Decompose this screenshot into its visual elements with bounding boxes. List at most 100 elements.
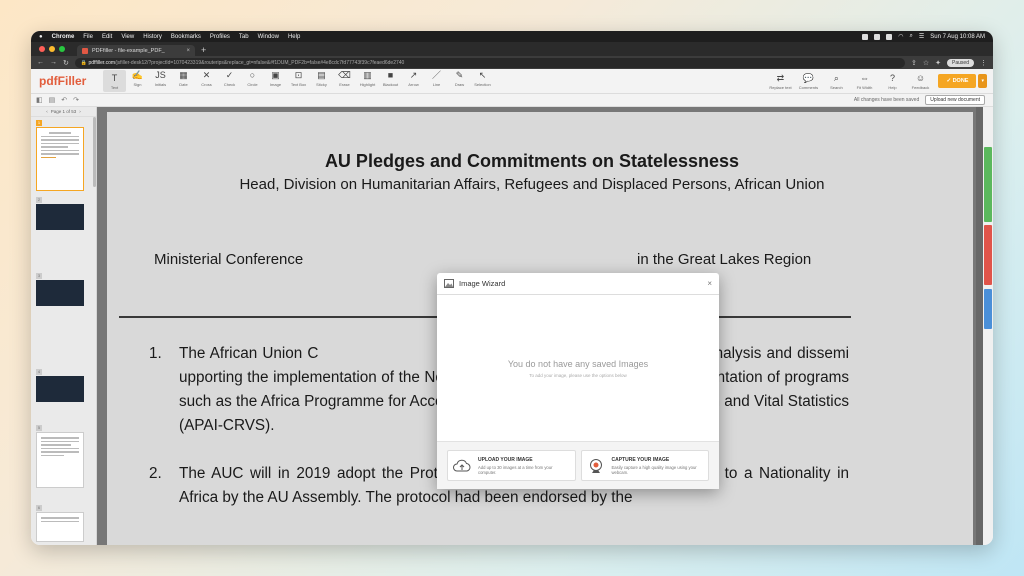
page-thumbnail-1[interactable]: 1 xyxy=(36,120,84,191)
replace-text-icon: ⇄ xyxy=(776,72,785,83)
upload-image-option[interactable]: UPLOAD YOUR IMAGE Add up to 30 images at… xyxy=(447,450,576,481)
thumbnail-number: 3 xyxy=(36,273,42,279)
tool-text-box[interactable]: ⊡ Text Box xyxy=(287,70,310,92)
menu-file[interactable]: File xyxy=(83,34,93,40)
tool-sign[interactable]: ✍ Sign xyxy=(126,70,149,92)
close-window-button[interactable] xyxy=(39,46,45,52)
help-icon: ? xyxy=(889,72,895,83)
tool-sticky[interactable]: ▤ Sticky xyxy=(310,70,333,92)
feedback-icon: ☺ xyxy=(915,72,926,83)
address-row: ← → ↻ 🔒 pdffiller.com /jsfiller-desk12/?… xyxy=(31,56,993,69)
page-thumbnail-3[interactable]: 3 xyxy=(36,273,84,306)
close-tab-icon[interactable]: × xyxy=(186,48,190,54)
tool-fit-width[interactable]: ⇔ Fit Width xyxy=(852,73,876,90)
search-icon[interactable]: ⌕ xyxy=(910,33,913,40)
bookmark-star-icon[interactable]: ☆ xyxy=(923,59,929,67)
text-icon: T xyxy=(111,72,118,83)
done-button[interactable]: ✓ DONE xyxy=(938,74,977,88)
tool-initials[interactable]: JS Initials xyxy=(149,70,172,92)
upload-image-description: Add up to 30 images at a time from your … xyxy=(478,464,553,475)
page-thumbnail-6[interactable]: 6 xyxy=(36,505,84,542)
new-tab-button[interactable]: + xyxy=(201,45,206,56)
menu-profiles[interactable]: Profiles xyxy=(210,34,230,40)
undo-icon[interactable]: ↶ xyxy=(61,96,67,104)
tool-check[interactable]: ✓ Check xyxy=(218,70,241,92)
thumbnail-scrollbar[interactable] xyxy=(93,117,96,187)
fit-width-icon: ⇔ xyxy=(859,72,869,83)
dialog-header: Image Wizard × xyxy=(437,273,719,295)
tool-date[interactable]: ▦ Date xyxy=(172,70,195,92)
tool-highlight[interactable]: ▥ Highlight xyxy=(356,70,379,92)
back-icon[interactable]: ← xyxy=(37,59,44,66)
tool-help[interactable]: ? Help xyxy=(880,73,904,90)
tool-feedback[interactable]: ☺ Feedback xyxy=(908,73,932,90)
pdffiller-favicon-icon xyxy=(82,47,88,54)
secondary-toolbar: ◧ ▤ ↶ ↷ All changes have been saved Uplo… xyxy=(31,94,993,107)
thumbnail-page-preview xyxy=(36,127,84,191)
control-center-icon[interactable]: ☰ xyxy=(919,33,924,40)
tool-line[interactable]: ／ Line xyxy=(425,70,448,92)
minimize-window-button[interactable] xyxy=(49,46,55,52)
page-thumbnail-2[interactable]: 2 xyxy=(36,197,84,230)
side-tab-red[interactable] xyxy=(984,225,992,285)
wifi-icon[interactable]: ◠ xyxy=(898,33,903,40)
menu-tab[interactable]: Tab xyxy=(239,34,249,40)
menu-edit[interactable]: Edit xyxy=(102,34,112,40)
search-icon: ⌕ xyxy=(833,72,839,83)
thumbnail-page-preview xyxy=(36,432,84,488)
menu-view[interactable]: View xyxy=(121,34,134,40)
page-thumbnail-5[interactable]: 5 xyxy=(36,425,84,488)
page-thumbnail-4[interactable]: 4 xyxy=(36,369,84,402)
menu-window[interactable]: Window xyxy=(258,34,279,40)
side-tab-green[interactable] xyxy=(984,147,992,222)
browser-menu-icon[interactable]: ⋮ xyxy=(980,59,987,67)
tool-arrow[interactable]: ↗ Arrow xyxy=(402,70,425,92)
status-icon[interactable] xyxy=(886,33,893,40)
tool-label: Date xyxy=(179,82,188,87)
menu-bookmarks[interactable]: Bookmarks xyxy=(171,34,201,40)
browser-tab[interactable]: PDFfiller - file-example_PDF_ × xyxy=(77,45,195,56)
menu-clock[interactable]: Sun 7 Aug 10:08 AM xyxy=(930,34,985,40)
thumbnail-image-preview xyxy=(36,376,84,402)
tool-comments[interactable]: 💬 Comments xyxy=(796,73,820,90)
tool-replace-text[interactable]: ⇄ Replace text xyxy=(768,73,792,90)
capture-image-option[interactable]: CAPTURE YOUR IMAGE Easily capture a high… xyxy=(580,450,709,481)
tool-label: Highlight xyxy=(359,82,376,87)
share-icon[interactable]: ⇪ xyxy=(911,59,917,67)
menu-help[interactable]: Help xyxy=(288,34,300,40)
tool-blackout[interactable]: ■ Blackout xyxy=(379,70,402,92)
tool-text[interactable]: T Text xyxy=(103,70,126,92)
initials-icon: JS xyxy=(155,70,166,80)
done-dropdown-icon[interactable]: ▾ xyxy=(978,74,987,88)
redo-icon[interactable]: ↷ xyxy=(73,96,79,104)
tool-image[interactable]: ▣ Image xyxy=(264,70,287,92)
tool-selection[interactable]: ↖ Selection xyxy=(471,70,494,92)
menu-history[interactable]: History xyxy=(143,34,162,40)
next-page-icon[interactable]: › xyxy=(79,109,81,114)
thumbnails-toggle-icon[interactable]: ◧ xyxy=(36,96,43,104)
apple-icon[interactable]: ● xyxy=(39,34,43,40)
pages-icon[interactable]: ▤ xyxy=(49,96,56,104)
forward-icon[interactable]: → xyxy=(50,59,57,66)
zoom-window-button[interactable] xyxy=(59,46,65,52)
upload-new-document-button[interactable]: Upload new document xyxy=(925,95,985,105)
highlight-icon: ▥ xyxy=(363,70,372,80)
status-icon[interactable] xyxy=(862,33,869,40)
extension-icon[interactable]: ✦ xyxy=(935,59,941,67)
status-icon[interactable] xyxy=(874,33,881,40)
menu-app-name[interactable]: Chrome xyxy=(52,34,75,40)
profile-button[interactable]: Paused xyxy=(947,58,974,67)
tool-search[interactable]: ⌕ Search xyxy=(824,73,848,90)
tool-erase[interactable]: ⌫ Erase xyxy=(333,70,356,92)
webcam-icon xyxy=(586,456,606,476)
tool-circle[interactable]: ○ Circle xyxy=(241,70,264,92)
pdffiller-logo[interactable]: pdfFiller xyxy=(39,74,103,88)
address-bar[interactable]: 🔒 pdffiller.com /jsfiller-desk12/?projec… xyxy=(74,57,905,68)
prev-page-icon[interactable]: ‹ xyxy=(46,109,48,114)
close-icon[interactable]: × xyxy=(707,279,712,288)
tool-cross[interactable]: ✕ Cross xyxy=(195,70,218,92)
right-tool-list: ⇄ Replace text 💬 Comments ⌕ Search ⇔ Fit Width?… xyxy=(768,73,932,90)
tool-draw[interactable]: ✎ Draw xyxy=(448,70,471,92)
reload-icon[interactable]: ↻ xyxy=(63,59,69,67)
side-tab-blue[interactable] xyxy=(984,289,992,329)
